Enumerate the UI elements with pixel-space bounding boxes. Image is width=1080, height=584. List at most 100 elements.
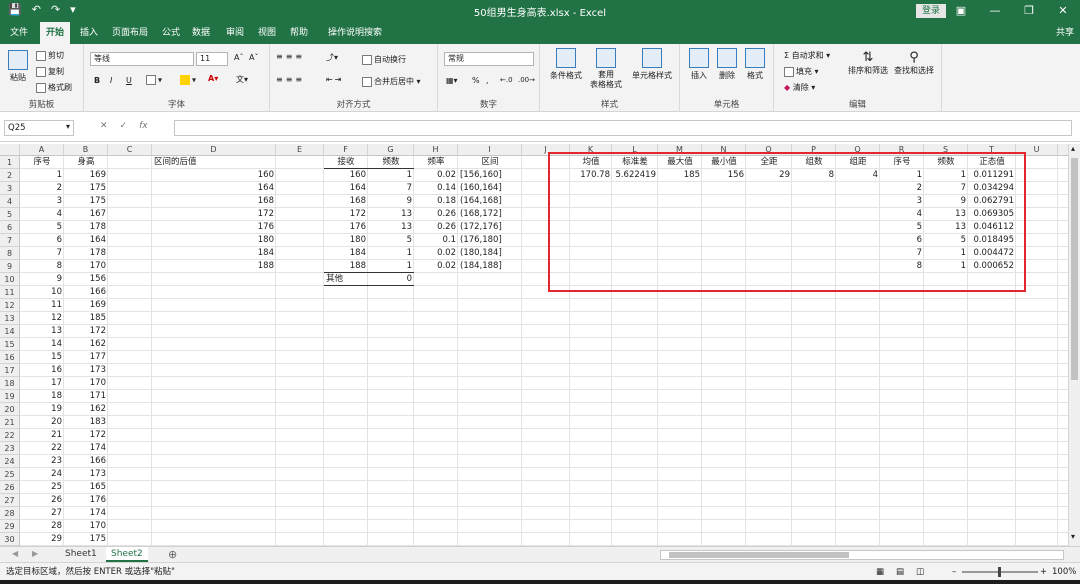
column-header[interactable]: I — [458, 144, 522, 156]
cell-B25[interactable]: 173 — [64, 468, 108, 481]
scroll-up-icon[interactable]: ▴ — [1071, 144, 1075, 153]
cell-F7[interactable]: 180 — [324, 234, 368, 247]
restore-icon[interactable]: ❐ — [1012, 0, 1046, 22]
cell-B12[interactable]: 169 — [64, 299, 108, 312]
close-icon[interactable]: ✕ — [1046, 0, 1080, 22]
cell-B27[interactable]: 176 — [64, 494, 108, 507]
cell-B22[interactable]: 172 — [64, 429, 108, 442]
row-header[interactable]: 21 — [0, 416, 20, 429]
cell-B13[interactable]: 185 — [64, 312, 108, 325]
row-header[interactable]: 14 — [0, 325, 20, 338]
conditional-format-button[interactable]: 条件格式 — [548, 48, 584, 81]
cell-B17[interactable]: 173 — [64, 364, 108, 377]
cell-H7[interactable]: 0.1 — [414, 234, 458, 247]
zoom-level[interactable]: 100% — [1052, 563, 1076, 581]
cell-I3[interactable]: (160,164] — [458, 182, 522, 195]
hscroll-thumb[interactable] — [669, 552, 849, 558]
column-header[interactable]: E — [276, 144, 324, 156]
tab-layout[interactable]: 页面布局 — [106, 22, 154, 44]
cell-A30[interactable]: 29 — [20, 533, 64, 546]
row-header[interactable]: 18 — [0, 377, 20, 390]
ribbon-display-icon[interactable]: ▣ — [944, 0, 978, 22]
fill-color-icon[interactable]: ▾ — [180, 75, 196, 85]
formula-input[interactable] — [174, 120, 1072, 136]
cell-B1[interactable]: 身高 — [64, 156, 108, 169]
cell-I5[interactable]: (168,172] — [458, 208, 522, 221]
row-header[interactable]: 8 — [0, 247, 20, 260]
cell-A10[interactable]: 9 — [20, 273, 64, 286]
tab-review[interactable]: 审阅 — [220, 22, 250, 44]
sheet-tab-sheet1[interactable]: Sheet1 — [60, 547, 102, 562]
find-select-button[interactable]: ⚲ 查找和选择 — [892, 50, 936, 76]
horizontal-align-icons[interactable]: ≡≡≡ — [276, 75, 305, 84]
cell-D8[interactable]: 184 — [152, 247, 276, 260]
scroll-thumb[interactable] — [1071, 158, 1078, 380]
prev-sheet-icon[interactable]: ◀ — [12, 549, 18, 558]
row-header[interactable]: 6 — [0, 221, 20, 234]
cell-I2[interactable]: [156,160] — [458, 169, 522, 182]
cell-B3[interactable]: 175 — [64, 182, 108, 195]
next-sheet-icon[interactable]: ▶ — [32, 549, 38, 558]
cell-A5[interactable]: 4 — [20, 208, 64, 221]
font-color-icon[interactable]: A▾ — [208, 74, 218, 83]
grow-font-icon[interactable]: Aˆ — [234, 53, 243, 62]
cell-A2[interactable]: 1 — [20, 169, 64, 182]
cell-I7[interactable]: (176,180] — [458, 234, 522, 247]
percent-button[interactable]: % — [472, 76, 480, 85]
cell-B28[interactable]: 174 — [64, 507, 108, 520]
cell-F2[interactable]: 160 — [324, 169, 368, 182]
cell-G6[interactable]: 13 — [368, 221, 414, 234]
cell-A23[interactable]: 22 — [20, 442, 64, 455]
column-header[interactable]: A — [20, 144, 64, 156]
zoom-out-icon[interactable]: – — [952, 563, 956, 581]
zoom-slider-thumb[interactable] — [998, 567, 1001, 577]
cell-D7[interactable]: 180 — [152, 234, 276, 247]
cell-B7[interactable]: 164 — [64, 234, 108, 247]
underline-button[interactable]: U — [126, 76, 132, 85]
row-header[interactable]: 29 — [0, 520, 20, 533]
cell-I4[interactable]: (164,168] — [458, 195, 522, 208]
cell-D3[interactable]: 164 — [152, 182, 276, 195]
cell-A22[interactable]: 21 — [20, 429, 64, 442]
tab-search[interactable]: 操作说明搜索 — [322, 22, 388, 44]
cell-B5[interactable]: 167 — [64, 208, 108, 221]
row-header[interactable]: 20 — [0, 403, 20, 416]
worksheet-grid[interactable]: ABCDEFGHIJKLMNOPQRSTUVW12345678910111213… — [0, 144, 1068, 546]
cell-A18[interactable]: 17 — [20, 377, 64, 390]
name-box[interactable]: Q25 — [4, 120, 74, 136]
cell-G8[interactable]: 1 — [368, 247, 414, 260]
share-button[interactable]: 共享 — [1056, 22, 1074, 44]
cell-B29[interactable]: 170 — [64, 520, 108, 533]
cell-styles-button[interactable]: 单元格样式 — [628, 48, 676, 81]
column-header[interactable]: D — [152, 144, 276, 156]
cell-G7[interactable]: 5 — [368, 234, 414, 247]
sort-filter-button[interactable]: ⇅ 排序和筛选 — [846, 50, 890, 76]
cell-A12[interactable]: 11 — [20, 299, 64, 312]
insert-cells-button[interactable]: 插入 — [686, 48, 712, 81]
cell-B23[interactable]: 174 — [64, 442, 108, 455]
tab-insert[interactable]: 插入 — [74, 22, 104, 44]
row-header[interactable]: 25 — [0, 468, 20, 481]
cell-B24[interactable]: 166 — [64, 455, 108, 468]
cell-H8[interactable]: 0.02 — [414, 247, 458, 260]
cell-A6[interactable]: 5 — [20, 221, 64, 234]
cell-B21[interactable]: 183 — [64, 416, 108, 429]
cell-A3[interactable]: 2 — [20, 182, 64, 195]
vertical-align-icons[interactable]: ≡≡≡ — [276, 52, 305, 61]
row-header[interactable]: 26 — [0, 481, 20, 494]
tab-file[interactable]: 文件 — [4, 22, 34, 44]
cell-G5[interactable]: 13 — [368, 208, 414, 221]
cell-A14[interactable]: 13 — [20, 325, 64, 338]
cell-D6[interactable]: 176 — [152, 221, 276, 234]
cell-D9[interactable]: 188 — [152, 260, 276, 273]
cell-A13[interactable]: 12 — [20, 312, 64, 325]
row-header[interactable]: 27 — [0, 494, 20, 507]
cell-H1[interactable]: 频率 — [414, 156, 458, 169]
row-header[interactable]: 23 — [0, 442, 20, 455]
tab-help[interactable]: 帮助 — [284, 22, 314, 44]
column-header[interactable]: G — [368, 144, 414, 156]
border-icon[interactable]: ▾ — [146, 75, 162, 85]
insert-function-button[interactable]: fx — [139, 121, 148, 131]
cell-D1[interactable]: 区间的后值 — [152, 156, 276, 169]
cell-F3[interactable]: 164 — [324, 182, 368, 195]
